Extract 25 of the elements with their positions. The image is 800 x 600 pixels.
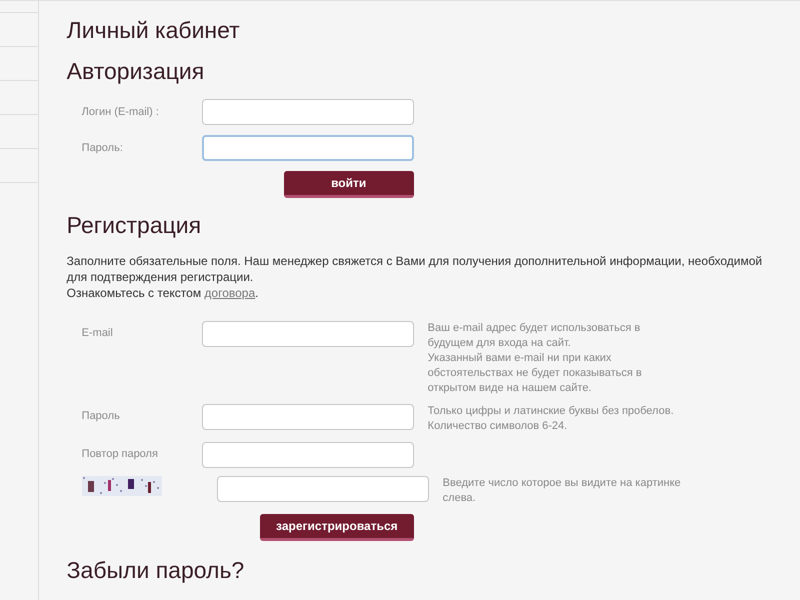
hint-text: Только цифры и латинские буквы без пробелов. xyxy=(428,404,675,419)
section-heading: Авторизация xyxy=(66,58,206,85)
hint-text: Указанный вами e-mail ни при каких обстоятельствах не будет показываться в открытом виде на нашем сайте. xyxy=(428,351,643,396)
hint-text: Введите число которое вы видите на картинке слева. xyxy=(442,476,682,506)
page-title: Личный кабинет xyxy=(66,17,241,44)
field-label: Логин (E-mail) : xyxy=(80,106,160,118)
contract-link[interactable]: договора xyxy=(204,286,256,300)
section-heading: Забыли пароль? xyxy=(66,557,246,584)
field-label: E-mail xyxy=(80,326,114,339)
field-label: Пароль: xyxy=(80,142,124,154)
field-label: Пароль xyxy=(80,409,121,422)
contract-text: Ознакомьтесь с текстом договора. xyxy=(66,285,260,301)
register-button[interactable]: зарегистрироваться xyxy=(260,514,414,541)
intro-text: Заполните обязательные поля. Наш менеджер свяжется с Вами для получения дополнительной информации, необходимой для подтверждения регистрации. xyxy=(66,253,764,285)
input-field[interactable] xyxy=(202,135,414,161)
field-label: Повтор пароля xyxy=(80,447,159,460)
input-field[interactable] xyxy=(202,442,414,468)
login-button[interactable]: войти xyxy=(284,171,414,198)
input-field[interactable] xyxy=(216,476,429,502)
input-field[interactable] xyxy=(202,404,414,430)
hint-text: Ваш e-mail адрес будет использоваться в будущем для входа на сайт. xyxy=(428,321,642,351)
input-field[interactable] xyxy=(202,99,414,125)
section-heading: Регистрация xyxy=(66,212,202,239)
input-field[interactable] xyxy=(202,321,414,347)
hint-text: Количество символов 6-24. xyxy=(428,419,568,434)
